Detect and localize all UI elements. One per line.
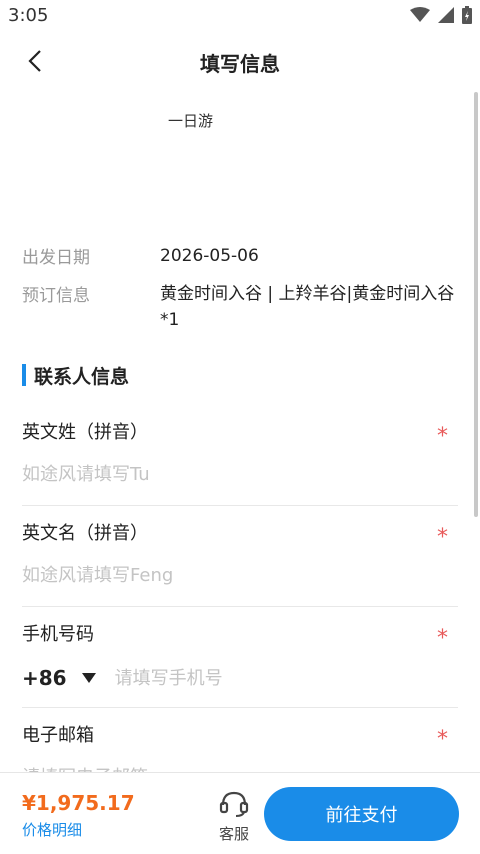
last-name-label: 英文姓（拼音） [22, 422, 148, 443]
pay-button[interactable]: 前往支付 [264, 787, 459, 841]
divider [22, 707, 458, 708]
booking-info-value: 黄金时间入谷 | 上羚羊谷|黄金时间入谷*1 [160, 284, 455, 330]
bottom-bar: ¥1,975.17 价格明细 客服 前往支付 [0, 772, 480, 854]
required-mark: * [437, 424, 448, 449]
last-name-field: 英文姓（拼音） * [22, 418, 458, 498]
price-detail-link[interactable]: 价格明细 [22, 819, 82, 840]
signal-icon [438, 7, 454, 23]
booking-info-row: 预订信息 黄金时间入谷 | 上羚羊谷|黄金时间入谷*1 [22, 281, 462, 337]
caret-down-icon[interactable] [81, 672, 97, 684]
phone-input[interactable] [114, 667, 415, 689]
status-icons [410, 6, 472, 24]
required-mark: * [437, 525, 448, 550]
divider [22, 505, 458, 506]
contact-section-header: 联系人信息 [22, 362, 129, 388]
customer-service-button[interactable]: 客服 [214, 789, 254, 844]
phone-input-row: +86 [22, 666, 415, 690]
total-price: ¥1,975.17 [22, 791, 135, 815]
first-name-input[interactable] [22, 565, 422, 586]
booking-info-label: 预订信息 [22, 286, 90, 306]
first-name-label: 英文名（拼音） [22, 523, 148, 544]
wifi-icon [410, 7, 430, 22]
departure-date-row: 出发日期 2026-05-06 [22, 243, 462, 269]
email-label: 电子邮箱 [22, 725, 94, 746]
phone-label: 手机号码 [22, 624, 94, 645]
divider [22, 606, 458, 607]
phone-field: 手机号码 * +86 [22, 620, 458, 700]
status-time: 3:05 [8, 5, 49, 26]
country-code-select[interactable]: +86 [22, 666, 67, 690]
customer-service-label: 客服 [218, 825, 249, 843]
section-accent-bar [22, 364, 26, 386]
required-mark: * [437, 727, 448, 752]
departure-date-label: 出发日期 [22, 248, 90, 268]
headset-icon [219, 791, 249, 817]
product-name: 一日游 [168, 112, 214, 130]
required-mark: * [437, 626, 448, 651]
status-bar: 3:05 [0, 0, 480, 32]
app-header: 填写信息 [0, 32, 480, 90]
battery-icon [462, 6, 472, 24]
departure-date-value: 2026-05-06 [160, 246, 259, 266]
first-name-field: 英文名（拼音） * [22, 519, 458, 599]
page-title: 填写信息 [200, 52, 280, 76]
last-name-input[interactable] [22, 464, 422, 485]
scrollbar[interactable] [474, 92, 478, 517]
section-title: 联系人信息 [34, 365, 130, 388]
